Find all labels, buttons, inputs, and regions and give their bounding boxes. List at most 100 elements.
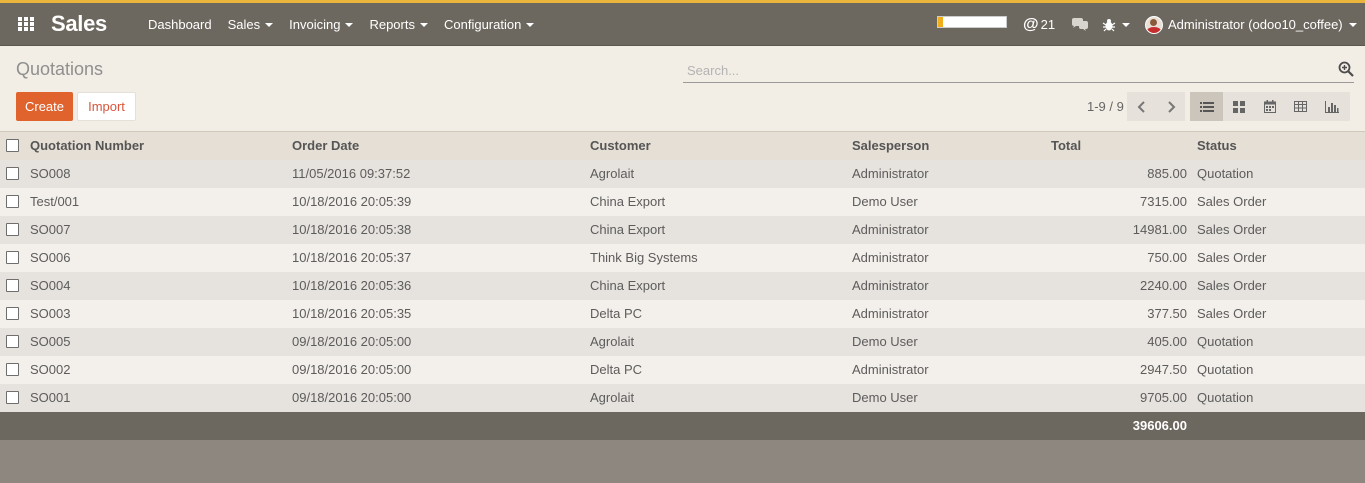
- row-checkbox[interactable]: [6, 391, 19, 404]
- cell-order-date: 09/18/2016 20:05:00: [292, 390, 412, 405]
- cell-order-date: 09/18/2016 20:05:00: [292, 334, 412, 349]
- cell-customer: Delta PC: [590, 306, 643, 321]
- table-body: SO008 11/05/2016 09:37:52 Agrolait Administ…: [0, 160, 1365, 412]
- table-row[interactable]: Test/001 10/18/2016 20:05:39 China Export D…: [0, 188, 1365, 216]
- pager-next-button[interactable]: [1156, 92, 1185, 121]
- table-footer: 39606.00: [0, 412, 1365, 440]
- pager-value[interactable]: 1-9 / 9: [1087, 99, 1124, 114]
- table-row[interactable]: SO005 09/18/2016 20:05:00 Agrolait Demo Use…: [0, 328, 1365, 356]
- table-row[interactable]: SO004 10/18/2016 20:05:36 China Export Admi…: [0, 272, 1365, 300]
- cell-customer: China Export: [590, 194, 666, 209]
- cell-customer: Agrolait: [590, 334, 635, 349]
- graph-view-button[interactable]: [1316, 92, 1347, 121]
- graph-view-icon: [1324, 100, 1339, 113]
- cell-order-date: 09/18/2016 20:05:00: [292, 362, 412, 377]
- quotations-table: Quotation Number Order Date Customer Sal…: [0, 132, 1365, 440]
- menu-sales[interactable]: Sales: [220, 17, 282, 32]
- table-row[interactable]: SO008 11/05/2016 09:37:52 Agrolait Administ…: [0, 160, 1365, 188]
- cell-total: 7315.00: [1140, 194, 1187, 209]
- caret-down-icon: [265, 23, 274, 27]
- column-header-quotation-number[interactable]: Quotation Number: [30, 132, 144, 160]
- table-row[interactable]: SO007 10/18/2016 20:05:38 China Export Admi…: [0, 216, 1365, 244]
- planner-progress-bar[interactable]: [937, 16, 1007, 28]
- app-title: Sales: [51, 11, 107, 36]
- search-input[interactable]: [683, 60, 1323, 80]
- cell-status: Quotation: [1197, 390, 1254, 405]
- column-header-status[interactable]: Status: [1197, 132, 1237, 160]
- messaging-button[interactable]: [1071, 3, 1089, 46]
- cell-total: 2240.00: [1140, 278, 1187, 293]
- menu-sales-label: Sales: [227, 17, 261, 32]
- pivot-view-button[interactable]: [1285, 92, 1316, 121]
- control-panel: Quotations Create Import 1-9 / 9: [0, 46, 1365, 132]
- row-checkbox[interactable]: [6, 167, 19, 180]
- row-checkbox[interactable]: [6, 279, 19, 292]
- cell-quotation-number: SO002: [30, 362, 71, 377]
- cell-customer: Delta PC: [590, 362, 643, 377]
- cell-salesperson: Demo User: [852, 194, 918, 209]
- table-row[interactable]: SO002 09/18/2016 20:05:00 Delta PC Administ…: [0, 356, 1365, 384]
- menu-configuration[interactable]: Configuration: [436, 17, 542, 32]
- menu-reports[interactable]: Reports: [361, 17, 436, 32]
- list-view-button[interactable]: [1190, 92, 1223, 121]
- menu-configuration-label: Configuration: [443, 17, 522, 32]
- select-all-checkbox[interactable]: [6, 139, 19, 152]
- row-checkbox[interactable]: [6, 195, 19, 208]
- table-row[interactable]: SO001 09/18/2016 20:05:00 Agrolait Demo Use…: [0, 384, 1365, 412]
- cell-total: 14981.00: [1132, 222, 1187, 237]
- caret-down-icon: [419, 23, 428, 27]
- menu-reports-label: Reports: [369, 17, 415, 32]
- column-header-order-date[interactable]: Order Date: [292, 132, 359, 160]
- row-checkbox[interactable]: [6, 363, 19, 376]
- kanban-view-button[interactable]: [1223, 92, 1254, 121]
- mentions-button[interactable]: @ 21: [1023, 3, 1055, 46]
- import-button[interactable]: Import: [77, 92, 136, 121]
- search-zoom-icon[interactable]: [1338, 61, 1354, 77]
- pager-previous-button[interactable]: [1127, 92, 1156, 121]
- cell-salesperson: Administrator: [852, 278, 929, 293]
- cell-quotation-number: SO001: [30, 390, 71, 405]
- table-row[interactable]: SO003 10/18/2016 20:05:35 Delta PC Administ…: [0, 300, 1365, 328]
- footer-total-sum: 39606.00: [1132, 418, 1187, 433]
- column-header-salesperson[interactable]: Salesperson: [852, 132, 929, 160]
- user-name: Administrator (odoo10_coffee): [1168, 17, 1343, 32]
- cell-status: Quotation: [1197, 166, 1254, 181]
- cell-salesperson: Administrator: [852, 166, 929, 181]
- row-checkbox[interactable]: [6, 335, 19, 348]
- mentions-count: 21: [1040, 17, 1056, 32]
- cell-order-date: 10/18/2016 20:05:39: [292, 194, 412, 209]
- table-header: Quotation Number Order Date Customer Sal…: [0, 132, 1365, 160]
- chevron-left-icon: [1137, 100, 1145, 113]
- column-header-total[interactable]: Total: [1051, 132, 1081, 160]
- row-checkbox[interactable]: [6, 307, 19, 320]
- row-checkbox[interactable]: [6, 251, 19, 264]
- menu-dashboard[interactable]: Dashboard: [140, 17, 220, 32]
- cell-total: 885.00: [1147, 166, 1187, 181]
- menu-dashboard-label: Dashboard: [148, 17, 212, 32]
- pager-buttons: [1127, 92, 1185, 121]
- cell-quotation-number: SO004: [30, 278, 71, 293]
- cell-status: Sales Order: [1197, 278, 1267, 293]
- cell-status: Sales Order: [1197, 222, 1267, 237]
- progress-fill: [938, 17, 943, 27]
- caret-down-icon: [1122, 23, 1130, 27]
- column-header-customer[interactable]: Customer: [590, 132, 651, 160]
- apps-grid-icon[interactable]: [18, 17, 35, 31]
- calendar-view-icon: [1263, 100, 1276, 113]
- cell-salesperson: Demo User: [852, 334, 918, 349]
- cell-status: Quotation: [1197, 334, 1254, 349]
- debug-menu-button[interactable]: [1102, 3, 1130, 46]
- cell-customer: Agrolait: [590, 390, 635, 405]
- cell-order-date: 10/18/2016 20:05:36: [292, 278, 412, 293]
- bug-icon: [1102, 18, 1116, 31]
- user-menu-button[interactable]: Administrator (odoo10_coffee): [1145, 3, 1357, 46]
- calendar-view-button[interactable]: [1254, 92, 1285, 121]
- row-checkbox[interactable]: [6, 223, 19, 236]
- create-button[interactable]: Create: [16, 92, 73, 121]
- cell-status: Sales Order: [1197, 250, 1267, 265]
- cell-order-date: 10/18/2016 20:05:38: [292, 222, 412, 237]
- menu-invoicing[interactable]: Invoicing: [281, 17, 361, 32]
- pivot-view-icon: [1294, 101, 1307, 112]
- table-row[interactable]: SO006 10/18/2016 20:05:37 Think Big System…: [0, 244, 1365, 272]
- chevron-right-icon: [1167, 100, 1175, 113]
